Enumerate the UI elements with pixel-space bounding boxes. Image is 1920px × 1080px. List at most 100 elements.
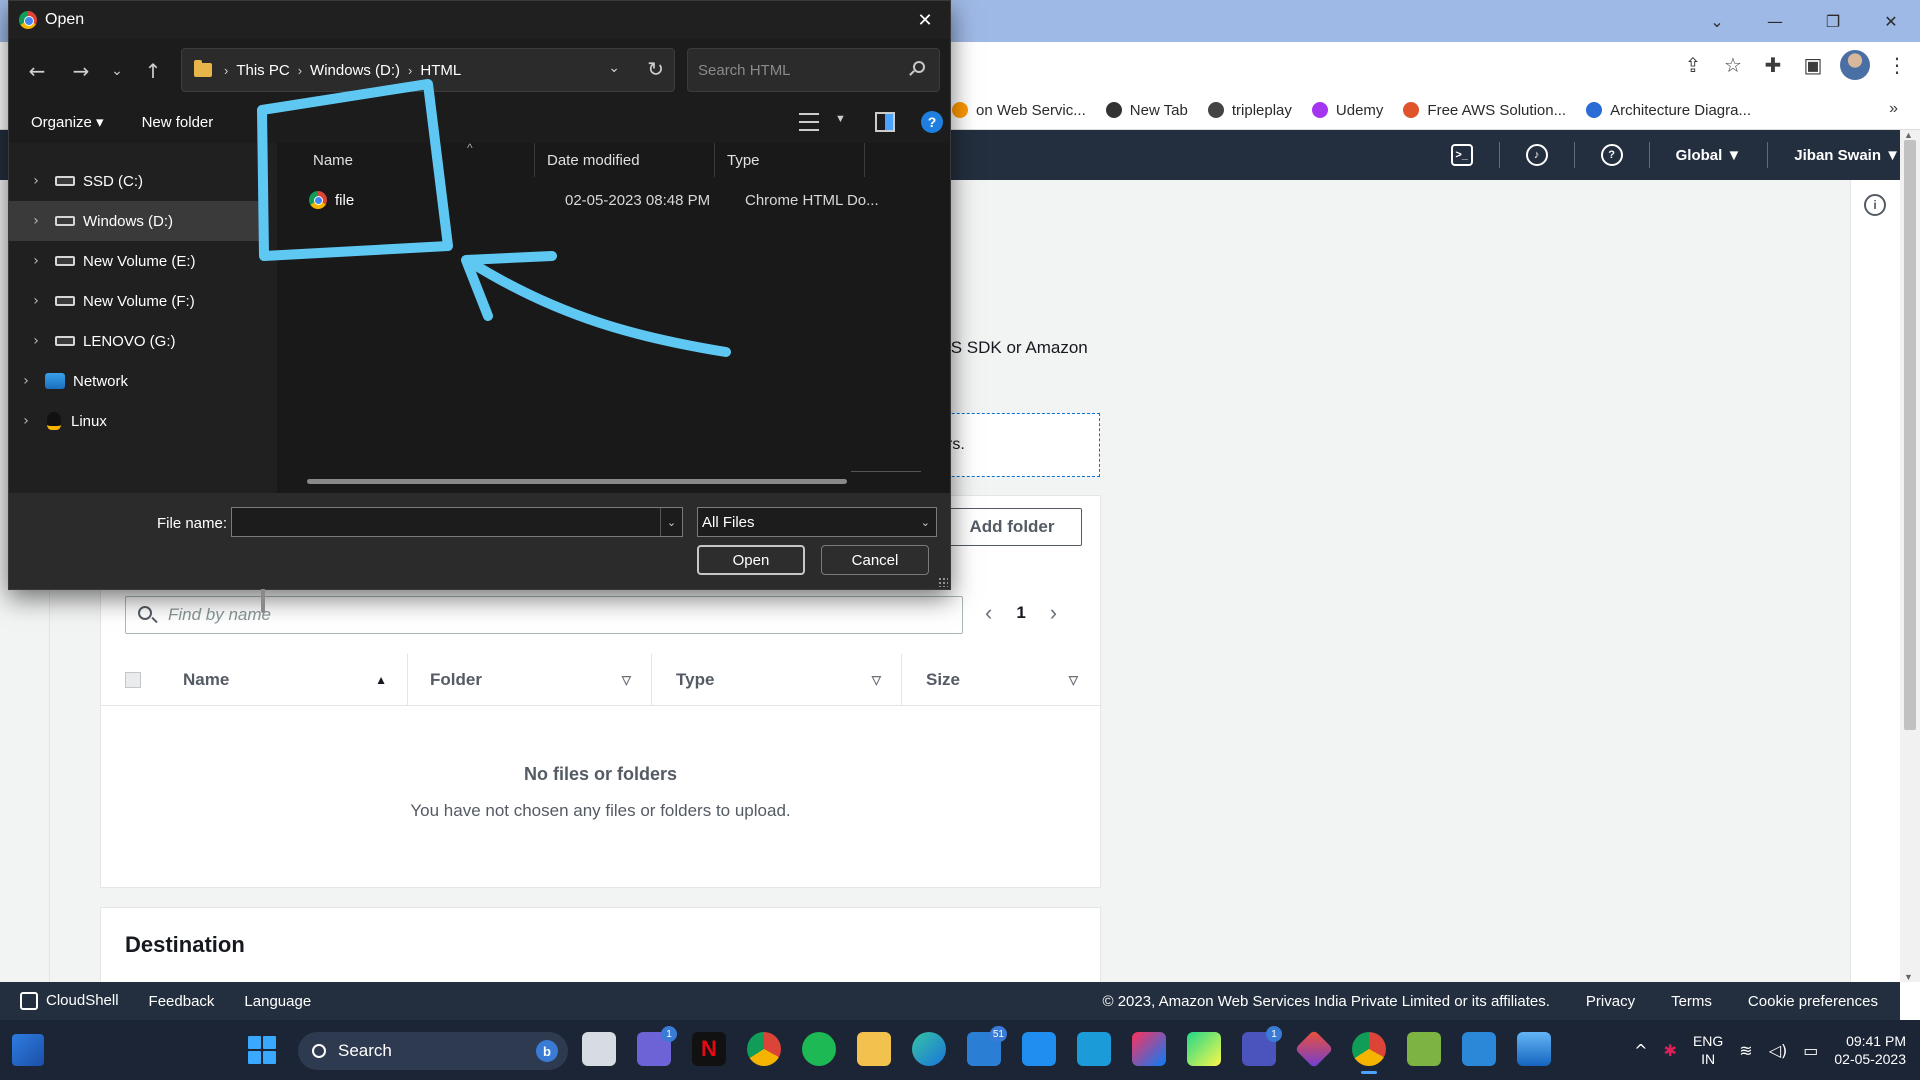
previous-page-icon[interactable]: ‹ [985,600,992,626]
input-language[interactable]: ENG IN [1693,1032,1723,1068]
next-page-icon[interactable]: › [1050,600,1057,626]
expand-chevron-icon[interactable]: › [29,333,43,349]
netflix-icon[interactable]: N [692,1032,726,1066]
column-header-type[interactable]: Type [715,143,865,177]
git-icon[interactable] [1294,1029,1334,1069]
bing-icon[interactable]: b [536,1040,558,1062]
remote-desktop-icon[interactable] [1077,1032,1111,1066]
nav-item-linux[interactable]: › Linux [9,401,261,441]
scroll-up-icon[interactable]: ▲ [1904,130,1913,140]
address-dropdown-chevron-icon[interactable]: ⌄ [608,59,620,76]
file-name-field[interactable]: ⌄ [231,507,683,537]
search-html-field[interactable] [687,48,940,92]
footer-language-link[interactable]: Language [244,993,311,1010]
pycharm-icon[interactable] [1187,1032,1221,1066]
file-explorer-icon[interactable] [857,1032,891,1066]
expand-chevron-icon[interactable]: › [29,253,43,269]
preview-pane-icon[interactable] [875,112,895,132]
task-view-icon[interactable] [582,1032,616,1066]
bookmark-item[interactable]: Architecture Diagra... [1586,102,1751,119]
edge-icon[interactable] [912,1032,946,1066]
bookmark-item[interactable]: Free AWS Solution... [1403,102,1566,119]
add-folder-button[interactable]: Add folder [942,508,1082,546]
extensions-icon[interactable]: ✚ [1760,50,1786,80]
expand-chevron-icon[interactable]: › [29,293,43,309]
file-name-input[interactable] [238,508,648,536]
back-arrow-icon[interactable]: ← [23,57,51,85]
breadcrumb-html[interactable]: HTML [420,62,461,79]
help-icon[interactable]: ? [921,111,943,133]
bookmark-item[interactable]: on Web Servic... [952,102,1086,119]
widgets-icon[interactable] [12,1034,44,1066]
up-arrow-icon[interactable]: ↑ [139,57,167,85]
scrollbar-thumb[interactable] [1904,140,1916,730]
page-scrollbar[interactable]: ▲ ▼ [1900,130,1920,982]
footer-cookie-preferences-link[interactable]: Cookie preferences [1748,993,1878,1010]
bookmark-item[interactable]: tripleplay [1207,102,1292,119]
nav-item-new-volume-e[interactable]: › New Volume (E:) [9,241,261,281]
wifi-icon[interactable]: ≋ [1739,1041,1752,1060]
bookmark-item[interactable]: New Tab [1105,102,1188,119]
address-bar[interactable]: › This PC › Windows (D:) › HTML ⌄ ↻ [181,48,675,92]
tab-search-icon[interactable]: ⌄ [1688,0,1746,42]
teams-icon[interactable]: 1 [1242,1026,1282,1066]
taskbar-search-box[interactable]: Search b [298,1032,568,1070]
profile-avatar[interactable] [1840,50,1870,80]
notepad-icon[interactable] [1462,1032,1496,1066]
column-header-folder[interactable]: Folder ▽ [408,653,652,706]
maximize-button[interactable]: ❐ [1804,0,1862,42]
column-header-name[interactable]: Name ^ [277,141,535,177]
minimize-button[interactable]: — [1746,0,1804,42]
nav-item-lenovo-g[interactable]: › LENOVO (G:) [9,321,261,361]
battery-icon[interactable]: ▭ [1803,1041,1818,1060]
column-header-name[interactable]: Name ▲ [183,653,408,706]
info-icon[interactable]: i [1864,194,1886,216]
expand-chevron-icon[interactable]: › [19,413,33,429]
file-list-horizontal-scrollbar[interactable] [307,479,847,484]
breadcrumb-this-pc[interactable]: This PC [236,62,289,79]
footer-terms-link[interactable]: Terms [1671,993,1712,1010]
recent-locations-chevron-icon[interactable]: ⌄ [103,57,131,85]
browser-menu-icon[interactable]: ⋮ [1884,50,1910,80]
bookmarks-overflow-button[interactable]: » [1889,100,1898,118]
nav-item-network[interactable]: › Network [9,361,261,401]
start-button[interactable] [248,1036,276,1064]
mail-icon[interactable]: 51 [967,1026,1007,1066]
region-selector[interactable]: Global ▼ [1676,147,1742,164]
new-folder-button[interactable]: New folder [142,114,214,131]
open-button[interactable]: Open [697,545,805,575]
side-panel-icon[interactable]: ▣ [1800,50,1826,80]
phone-link-icon[interactable] [1022,1032,1056,1066]
footer-privacy-link[interactable]: Privacy [1586,993,1635,1010]
resize-grip-icon[interactable] [938,577,948,587]
organize-menu[interactable]: Organize ▾ [31,113,104,131]
scroll-down-icon[interactable]: ▼ [1904,972,1913,982]
file-type-filter-select[interactable]: All Files ⌄ [697,507,937,537]
slack-icon[interactable]: ✱ [1664,1041,1677,1060]
help-icon[interactable]: ? [1600,144,1623,166]
file-row[interactable]: file 02-05-2023 08:48 PM Chrome HTML Do.… [277,183,950,217]
current-page-number[interactable]: 1 [1016,603,1025,623]
clock[interactable]: 09:41 PM 02-05-2023 [1834,1032,1906,1068]
breadcrumb-windows-d[interactable]: Windows (D:) [310,62,400,79]
column-header-date-modified[interactable]: Date modified [535,143,715,177]
cloudshell-icon[interactable]: >_ [1450,144,1473,166]
file-name-dropdown-icon[interactable]: ⌄ [660,508,682,536]
view-dropdown-icon[interactable]: ▼ [835,113,846,125]
teams-chat-icon[interactable]: 1 [637,1026,677,1066]
dialog-close-button[interactable]: ✕ [910,5,940,35]
find-by-name-field[interactable] [125,596,963,634]
view-options-icon[interactable] [799,113,819,131]
volume-icon[interactable]: ◁) [1769,1041,1788,1060]
chrome-active-icon[interactable] [1352,1032,1386,1074]
find-by-name-input[interactable] [168,597,948,633]
user-menu[interactable]: Jiban Swain ▼ [1794,147,1900,164]
intellij-icon[interactable] [1132,1032,1166,1066]
column-header-type[interactable]: Type ▽ [652,653,902,706]
bookmark-star-icon[interactable]: ☆ [1720,50,1746,80]
nav-item-new-volume-f[interactable]: › New Volume (F:) [9,281,261,321]
show-hidden-icons-chevron-icon[interactable]: ^ [1634,1041,1647,1060]
nav-item-ssd-c[interactable]: › SSD (C:) [9,161,261,201]
notifications-bell-icon[interactable]: ♪ [1525,144,1548,166]
nav-item-windows-d[interactable]: › Windows (D:) [9,201,261,241]
